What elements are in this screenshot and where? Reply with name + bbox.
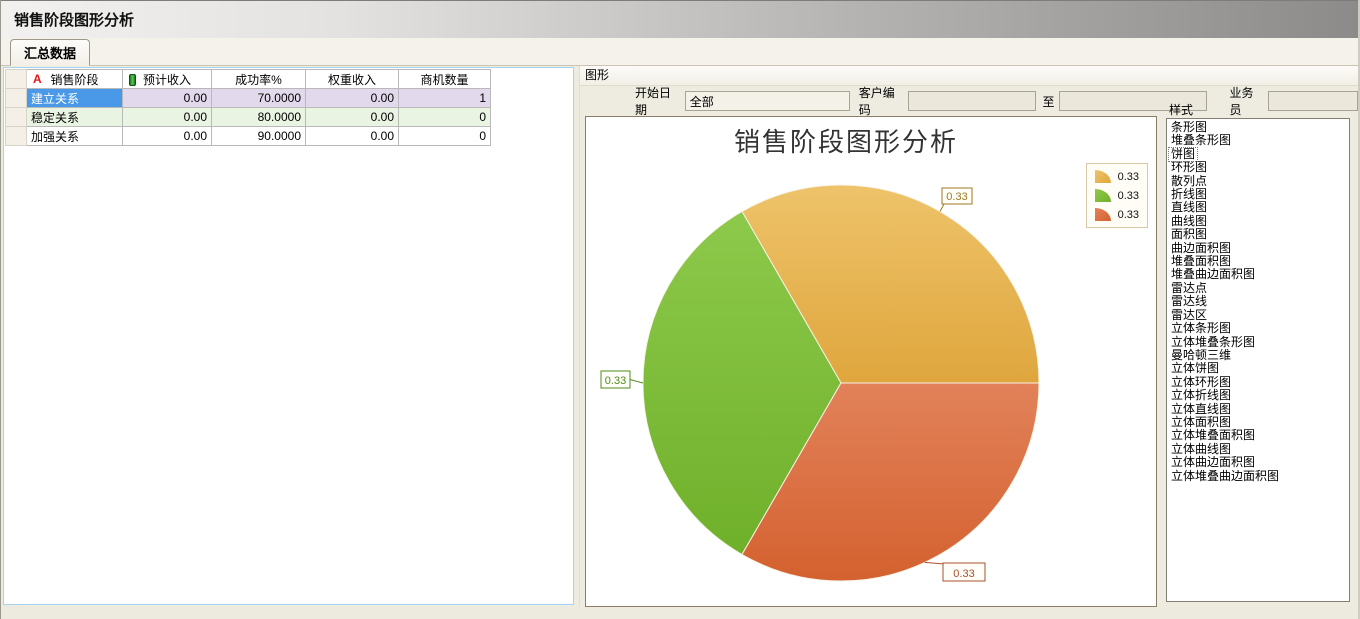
- column-label: 销售阶段: [50, 73, 98, 87]
- legend-item: 0.33: [1095, 170, 1139, 183]
- style-option[interactable]: 立体条形图: [1169, 322, 1233, 335]
- pie-value-label: 0.33: [605, 375, 626, 387]
- legend-value: 0.33: [1118, 209, 1139, 221]
- column-label: 预计收入: [143, 73, 191, 87]
- pie-chart[interactable]: 0.33 0.33 0.33: [586, 117, 1156, 606]
- pie-value-label: 0.33: [953, 568, 974, 580]
- chart-style-listbox[interactable]: 条形图堆叠条形图饼图环形图散列点折线图直线图曲线图面积图曲边面积图堆叠面积图堆叠…: [1166, 118, 1350, 602]
- table-row[interactable]: 加强关系 0.00 90.0000 0.00 0: [6, 127, 491, 146]
- legend-swatch-icon: [1095, 189, 1111, 202]
- customer-code-label: 客户编码: [859, 84, 904, 118]
- style-option[interactable]: 雷达点: [1169, 282, 1209, 295]
- expected-income-cell[interactable]: 0.00: [123, 108, 212, 127]
- style-panel: 样式 条形图堆叠条形图饼图环形图散列点折线图直线图曲线图面积图曲边面积图堆叠面积…: [1166, 101, 1356, 602]
- style-option[interactable]: 直线图: [1169, 201, 1209, 214]
- graph-group-label: 图形: [580, 66, 1358, 86]
- legend-item: 0.33: [1095, 208, 1139, 221]
- success-rate-cell[interactable]: 80.0000: [212, 108, 306, 127]
- expected-income-cell[interactable]: 0.00: [123, 89, 212, 108]
- legend-value: 0.33: [1118, 171, 1139, 183]
- table-row[interactable]: 稳定关系 0.00 80.0000 0.00 0: [6, 108, 491, 127]
- summary-table-panel: A 销售阶段 预计收入 成功率% 权重收入: [3, 67, 574, 605]
- opportunity-count-cell[interactable]: 0: [399, 108, 491, 127]
- bottom-strip: [1, 606, 1358, 619]
- weighted-income-cell[interactable]: 0.00: [306, 127, 399, 146]
- legend-swatch-icon: [1095, 170, 1111, 183]
- weighted-income-cell[interactable]: 0.00: [306, 108, 399, 127]
- sort-a-icon: A: [33, 72, 42, 86]
- graph-panel: 图形 开始日期 客户编码 至 业务员 销售阶段图形分析 0.330.330.33…: [579, 66, 1358, 606]
- style-option[interactable]: 立体堆叠面积图: [1169, 429, 1257, 442]
- style-option[interactable]: 立体折线图: [1169, 389, 1233, 402]
- customer-code-input[interactable]: [908, 91, 1036, 111]
- style-option[interactable]: 曲线图: [1169, 215, 1209, 228]
- green-bar-icon: [129, 74, 136, 86]
- style-option[interactable]: 立体直线图: [1169, 403, 1233, 416]
- table-header-row: A 销售阶段 预计收入 成功率% 权重收入: [6, 70, 491, 89]
- style-option[interactable]: 折线图: [1169, 188, 1209, 201]
- to-label: 至: [1042, 93, 1054, 110]
- opportunity-count-cell[interactable]: 0: [399, 127, 491, 146]
- page-title: 销售阶段图形分析: [14, 9, 134, 30]
- success-rate-cell[interactable]: 90.0000: [212, 127, 306, 146]
- sales-stage-table: A 销售阶段 预计收入 成功率% 权重收入: [5, 69, 491, 146]
- style-option[interactable]: 雷达线: [1169, 295, 1209, 308]
- table-row[interactable]: 建立关系 0.00 70.0000 0.00 1: [6, 89, 491, 108]
- stage-cell[interactable]: 稳定关系: [27, 108, 123, 127]
- legend-swatch-icon: [1095, 208, 1111, 221]
- stage-cell[interactable]: 加强关系: [27, 127, 123, 146]
- legend-item: 0.33: [1095, 189, 1139, 202]
- style-option[interactable]: 条形图: [1169, 121, 1209, 134]
- style-option[interactable]: 堆叠面积图: [1169, 255, 1233, 268]
- content-area: A 销售阶段 预计收入 成功率% 权重收入: [1, 66, 1358, 606]
- style-option[interactable]: 立体饼图: [1169, 362, 1221, 375]
- column-header-success-rate[interactable]: 成功率%: [212, 70, 306, 89]
- style-option[interactable]: 堆叠曲边面积图: [1169, 268, 1257, 281]
- stage-cell[interactable]: 建立关系: [27, 89, 123, 108]
- chart-area: 销售阶段图形分析 0.330.330.33 0.33 0.33 0.33: [585, 116, 1157, 607]
- column-label: 商机数量: [420, 73, 468, 87]
- start-date-input[interactable]: [685, 91, 850, 111]
- style-option[interactable]: 面积图: [1169, 228, 1209, 241]
- tab-label: 汇总数据: [24, 43, 76, 62]
- style-option[interactable]: 曲边面积图: [1169, 242, 1233, 255]
- style-option[interactable]: 饼图: [1169, 148, 1197, 161]
- style-option[interactable]: 立体堆叠条形图: [1169, 336, 1257, 349]
- style-option[interactable]: 立体堆叠曲边面积图: [1169, 470, 1281, 483]
- style-option[interactable]: 立体曲边面积图: [1169, 456, 1257, 469]
- column-label: 成功率%: [235, 73, 282, 87]
- start-date-label: 开始日期: [635, 84, 680, 118]
- opportunity-count-cell[interactable]: 1: [399, 89, 491, 108]
- weighted-income-cell[interactable]: 0.00: [306, 89, 399, 108]
- row-indicator-header: [6, 70, 27, 89]
- style-option[interactable]: 堆叠条形图: [1169, 134, 1233, 147]
- column-label: 权重收入: [328, 73, 376, 87]
- style-group-label: 样式: [1166, 101, 1356, 116]
- tab-summary-data[interactable]: 汇总数据: [10, 39, 90, 66]
- row-indicator-cell[interactable]: [6, 127, 27, 146]
- expected-income-cell[interactable]: 0.00: [123, 127, 212, 146]
- style-option[interactable]: 环形图: [1169, 161, 1209, 174]
- column-header-opportunity-count[interactable]: 商机数量: [399, 70, 491, 89]
- row-indicator-cell[interactable]: [6, 108, 27, 127]
- tab-strip: 汇总数据: [1, 38, 1358, 66]
- column-header-weighted-income[interactable]: 权重收入: [306, 70, 399, 89]
- row-indicator-cell[interactable]: [6, 89, 27, 108]
- column-header-stage[interactable]: A 销售阶段: [27, 70, 123, 89]
- legend-value: 0.33: [1118, 190, 1139, 202]
- column-header-expected-income[interactable]: 预计收入: [123, 70, 212, 89]
- chart-legend: 0.33 0.33 0.33: [1086, 163, 1148, 228]
- app-window: 销售阶段图形分析 汇总数据 A 销售阶段: [0, 0, 1360, 619]
- pie-value-label: 0.33: [946, 191, 967, 203]
- window-title-bar: 销售阶段图形分析: [1, 0, 1358, 38]
- success-rate-cell[interactable]: 70.0000: [212, 89, 306, 108]
